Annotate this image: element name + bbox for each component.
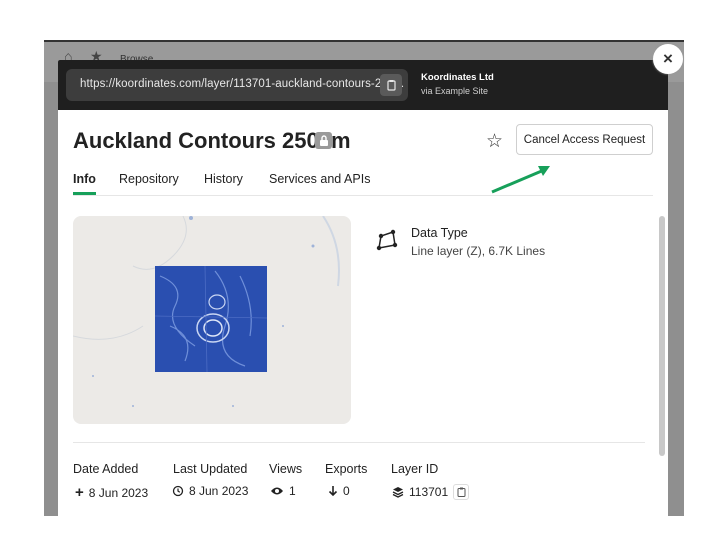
eye-icon bbox=[271, 487, 283, 495]
org-name: Koordinates Ltd bbox=[421, 72, 494, 83]
url-box[interactable]: https://koordinates.com/layer/113701-auc… bbox=[66, 69, 408, 101]
history-icon bbox=[172, 485, 184, 497]
plus-icon: + bbox=[75, 484, 84, 501]
arrow-down-icon bbox=[328, 486, 338, 497]
copy-url-button[interactable] bbox=[380, 74, 402, 96]
scrollbar[interactable] bbox=[659, 216, 665, 456]
data-type-value: Line layer (Z), 6.7K Lines bbox=[411, 244, 546, 258]
layer-id-text: 113701 bbox=[409, 485, 449, 499]
last-updated-label: Last Updated bbox=[173, 462, 248, 476]
date-added-label: Date Added bbox=[73, 462, 139, 476]
org-info: Koordinates Ltd via Example Site bbox=[421, 72, 494, 96]
clipboard-icon bbox=[457, 487, 466, 497]
last-updated-value: 8 Jun 2023 bbox=[172, 484, 248, 498]
close-modal-button[interactable]: × bbox=[653, 44, 683, 74]
views-label: Views bbox=[269, 462, 303, 476]
contour-lines-area bbox=[155, 266, 267, 372]
active-tab-indicator bbox=[73, 192, 96, 195]
layer-preview-map[interactable] bbox=[73, 216, 351, 424]
exports-text: 0 bbox=[343, 484, 350, 498]
green-arrow-annotation bbox=[491, 166, 550, 194]
tab-services-apis[interactable]: Services and APIs bbox=[269, 172, 370, 186]
star-favorite-icon[interactable]: ☆ bbox=[486, 130, 503, 153]
exports-value: 0 bbox=[328, 484, 350, 498]
tab-history[interactable]: History bbox=[204, 172, 243, 186]
org-subtitle: via Example Site bbox=[421, 86, 489, 96]
close-icon: × bbox=[663, 49, 673, 68]
last-updated-text: 8 Jun 2023 bbox=[189, 484, 249, 498]
layer-id-value: 113701 bbox=[392, 484, 470, 500]
date-added-text: 8 Jun 2023 bbox=[88, 485, 149, 500]
copy-layer-id-button[interactable] bbox=[453, 484, 470, 500]
page-title: Auckland Contours 250cm bbox=[73, 128, 351, 153]
layers-icon bbox=[392, 487, 404, 498]
layer-modal: https://koordinates.com/layer/113701-auc… bbox=[58, 60, 668, 516]
line-layer-icon bbox=[376, 229, 398, 251]
divider bbox=[73, 442, 645, 443]
views-value: 1 bbox=[270, 484, 296, 498]
date-added-value: + 8 Jun 2023 bbox=[75, 484, 148, 501]
copy-icon bbox=[387, 80, 396, 91]
browser-frame: ⌂ ★ Browse https://koordinates.com/layer… bbox=[44, 40, 684, 516]
lock-icon bbox=[315, 132, 332, 149]
tab-info[interactable]: Info bbox=[73, 172, 96, 186]
views-text: 1 bbox=[289, 484, 296, 498]
modal-topbar: https://koordinates.com/layer/113701-auc… bbox=[58, 60, 668, 110]
layer-id-label: Layer ID bbox=[391, 462, 439, 476]
cancel-access-request-button[interactable]: Cancel Access Request bbox=[516, 124, 653, 155]
tab-bar: Info Repository History Services and API… bbox=[73, 172, 653, 196]
tab-repository[interactable]: Repository bbox=[119, 172, 179, 186]
data-type-label: Data Type bbox=[411, 226, 468, 240]
exports-label: Exports bbox=[325, 462, 368, 476]
url-text: https://koordinates.com/layer/113701-auc… bbox=[80, 78, 405, 90]
